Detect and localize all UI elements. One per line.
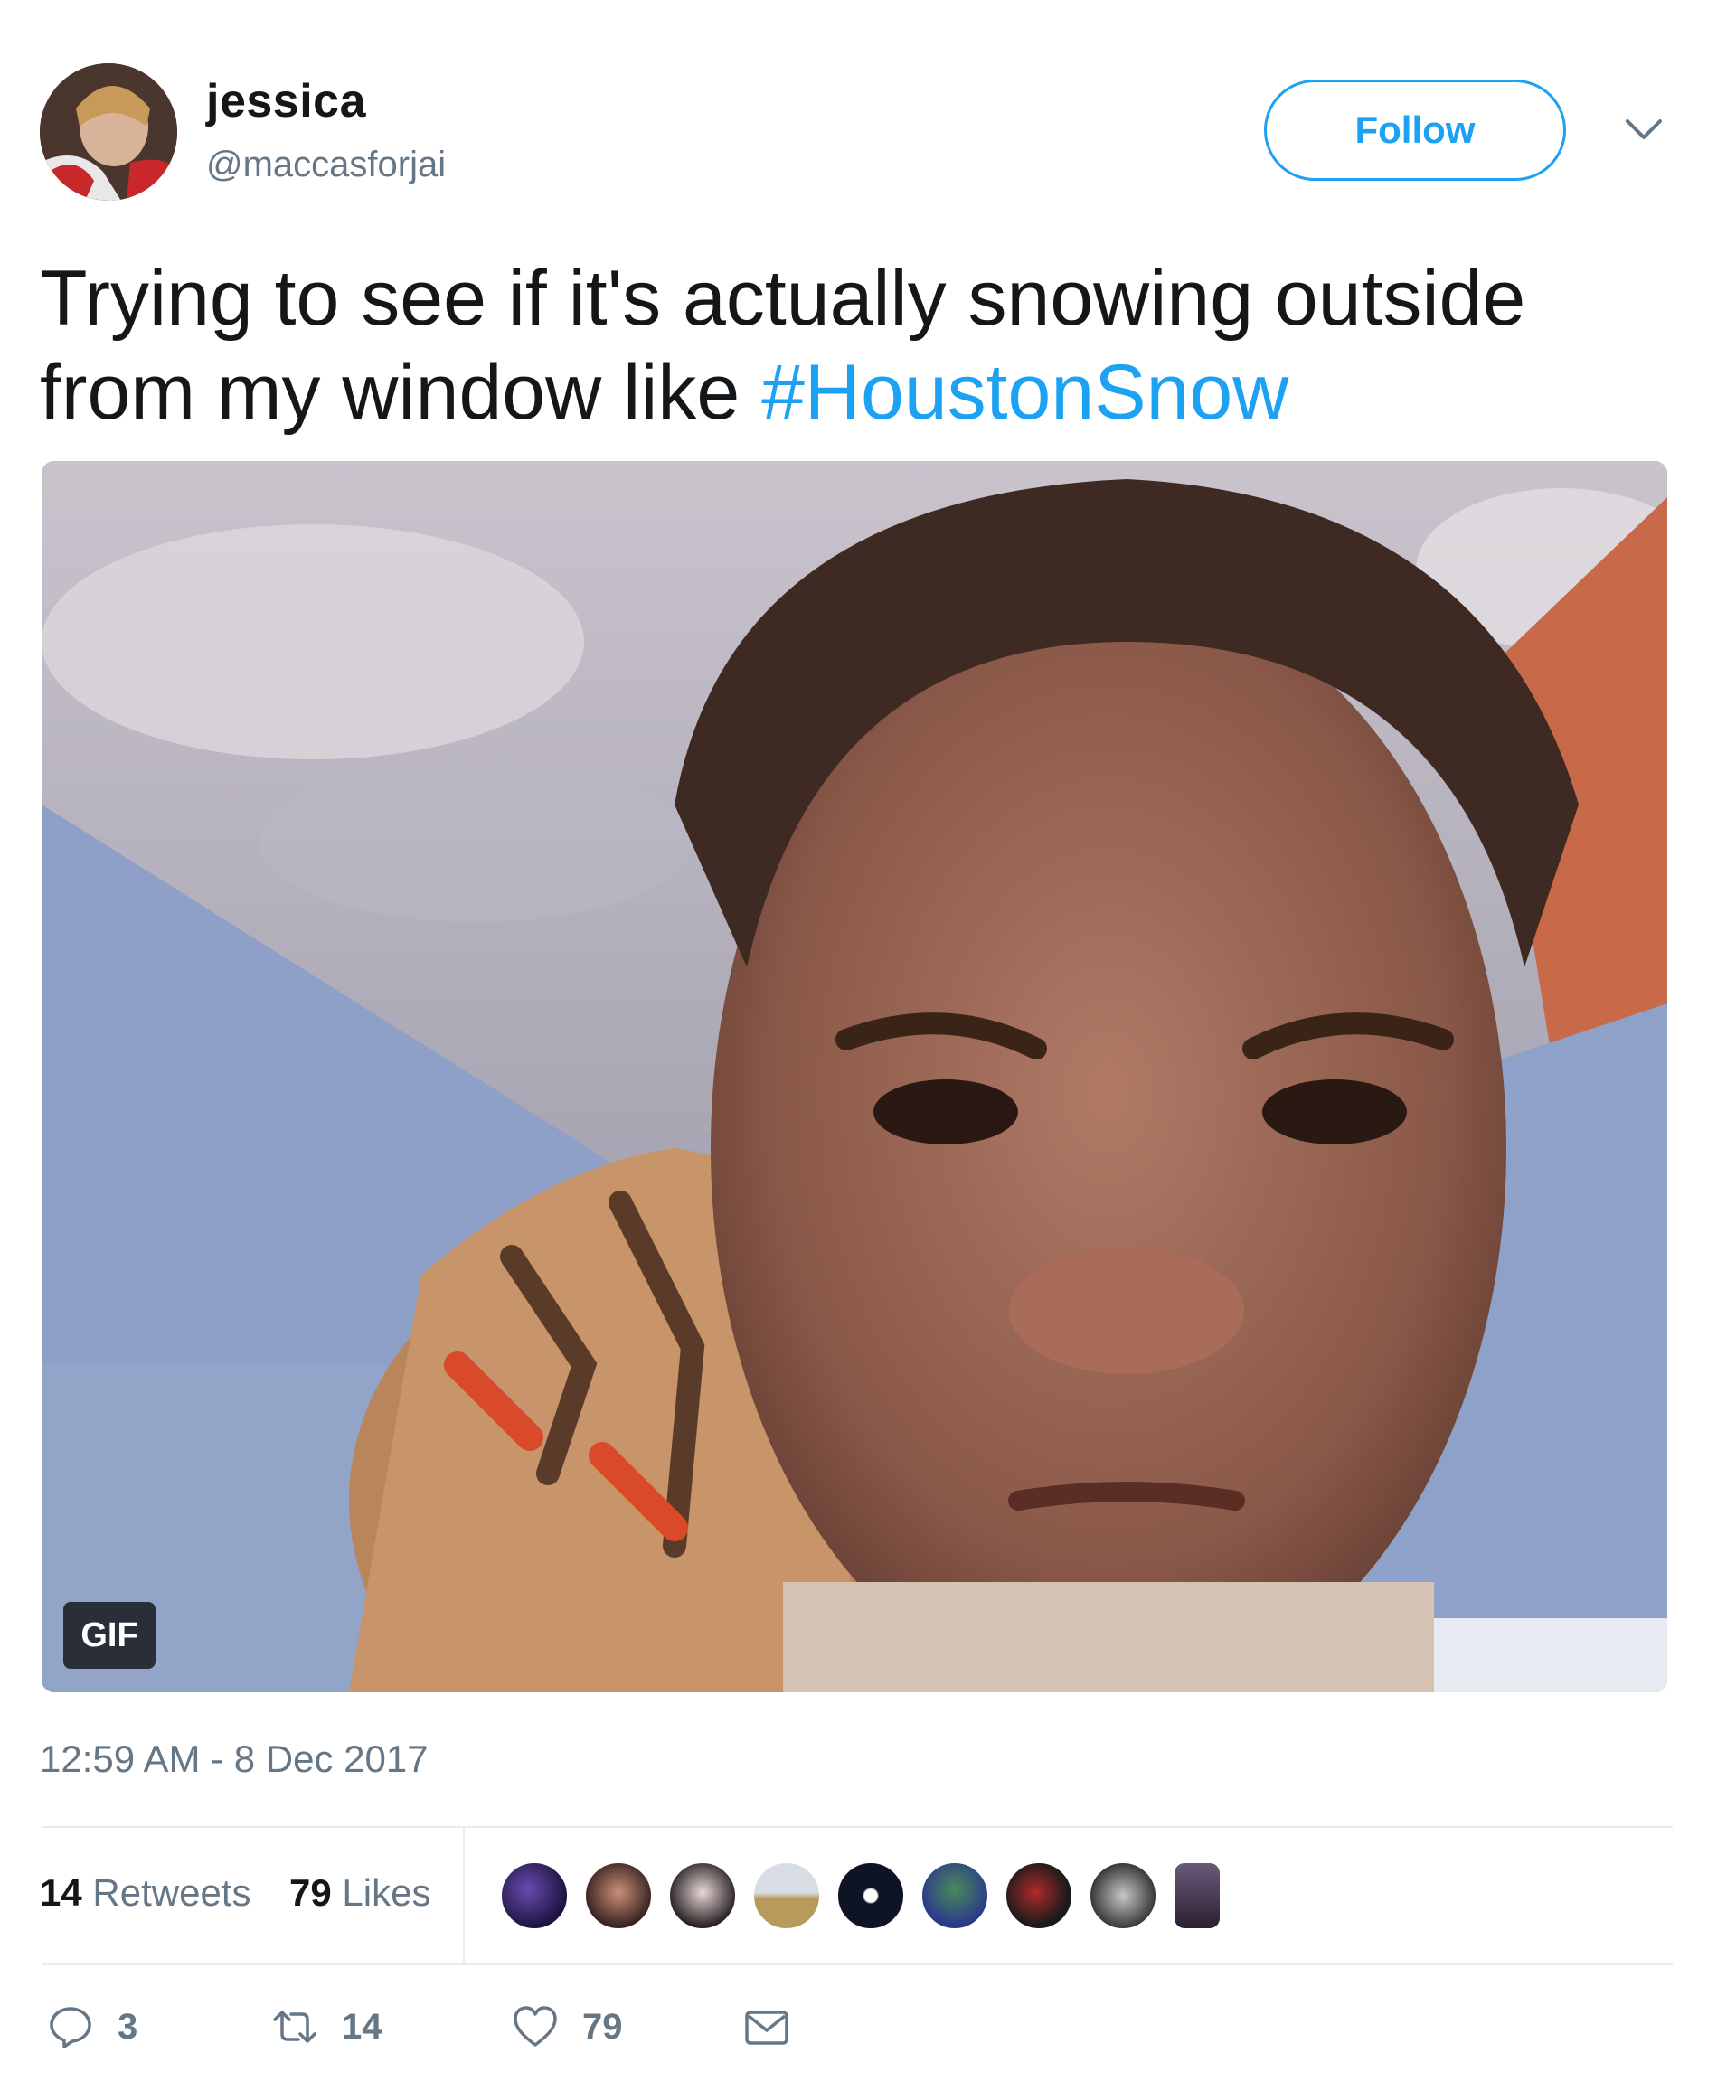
reply-action[interactable]: 3 xyxy=(47,2003,137,2050)
likes-count: 79 xyxy=(289,1871,332,1914)
liker-avatar[interactable] xyxy=(667,1860,738,1931)
liker-avatar[interactable] xyxy=(583,1860,654,1931)
retweet-icon xyxy=(273,2011,316,2043)
divider xyxy=(42,1963,1673,1965)
liker-avatar[interactable] xyxy=(499,1860,570,1931)
retweets-stat[interactable]: 14 Retweets xyxy=(40,1871,250,1915)
liker-avatar[interactable] xyxy=(920,1860,990,1931)
likes-label: Likes xyxy=(342,1871,431,1914)
retweets-count: 14 xyxy=(40,1871,82,1914)
gif-badge: GIF xyxy=(63,1602,156,1669)
reply-count: 3 xyxy=(118,2006,138,2047)
avatar-image xyxy=(40,63,177,201)
retweet-count: 14 xyxy=(342,2006,382,2047)
follow-button[interactable]: Follow xyxy=(1264,80,1566,181)
liker-avatar[interactable] xyxy=(1004,1860,1074,1931)
like-action[interactable]: 79 xyxy=(512,2003,623,2050)
user-avatar[interactable] xyxy=(40,63,177,201)
reply-icon xyxy=(50,2007,91,2048)
envelope-icon xyxy=(745,2011,788,2045)
liker-avatar[interactable] xyxy=(835,1860,906,1931)
display-name[interactable]: jessica xyxy=(206,74,366,128)
retweets-label: Retweets xyxy=(92,1871,251,1914)
retweet-action[interactable]: 14 xyxy=(271,2003,382,2050)
user-handle[interactable]: @maccasforjai xyxy=(206,145,446,185)
tweet-text: Trying to see if it's actually snowing o… xyxy=(40,251,1667,439)
gif-image xyxy=(42,461,1667,1692)
direct-message-action[interactable] xyxy=(743,2003,790,2050)
heart-icon xyxy=(514,2006,557,2047)
liker-avatar[interactable] xyxy=(1172,1860,1222,1931)
tweet-card: jessica @maccasforjai Follow Trying to s… xyxy=(0,0,1736,2100)
liker-avatar[interactable] xyxy=(751,1860,822,1931)
divider xyxy=(42,1826,1673,1828)
gif-media[interactable]: GIF xyxy=(42,461,1667,1692)
stats-divider xyxy=(463,1826,465,1963)
likes-stat[interactable]: 79 Likes xyxy=(289,1871,430,1915)
hashtag-link[interactable]: #HoustonSnow xyxy=(761,349,1288,436)
tweet-timestamp[interactable]: 12:59 AM - 8 Dec 2017 xyxy=(40,1737,429,1781)
liker-avatar[interactable] xyxy=(1088,1860,1158,1931)
chevron-down-icon[interactable] xyxy=(1624,116,1664,143)
like-count: 79 xyxy=(582,2006,623,2047)
